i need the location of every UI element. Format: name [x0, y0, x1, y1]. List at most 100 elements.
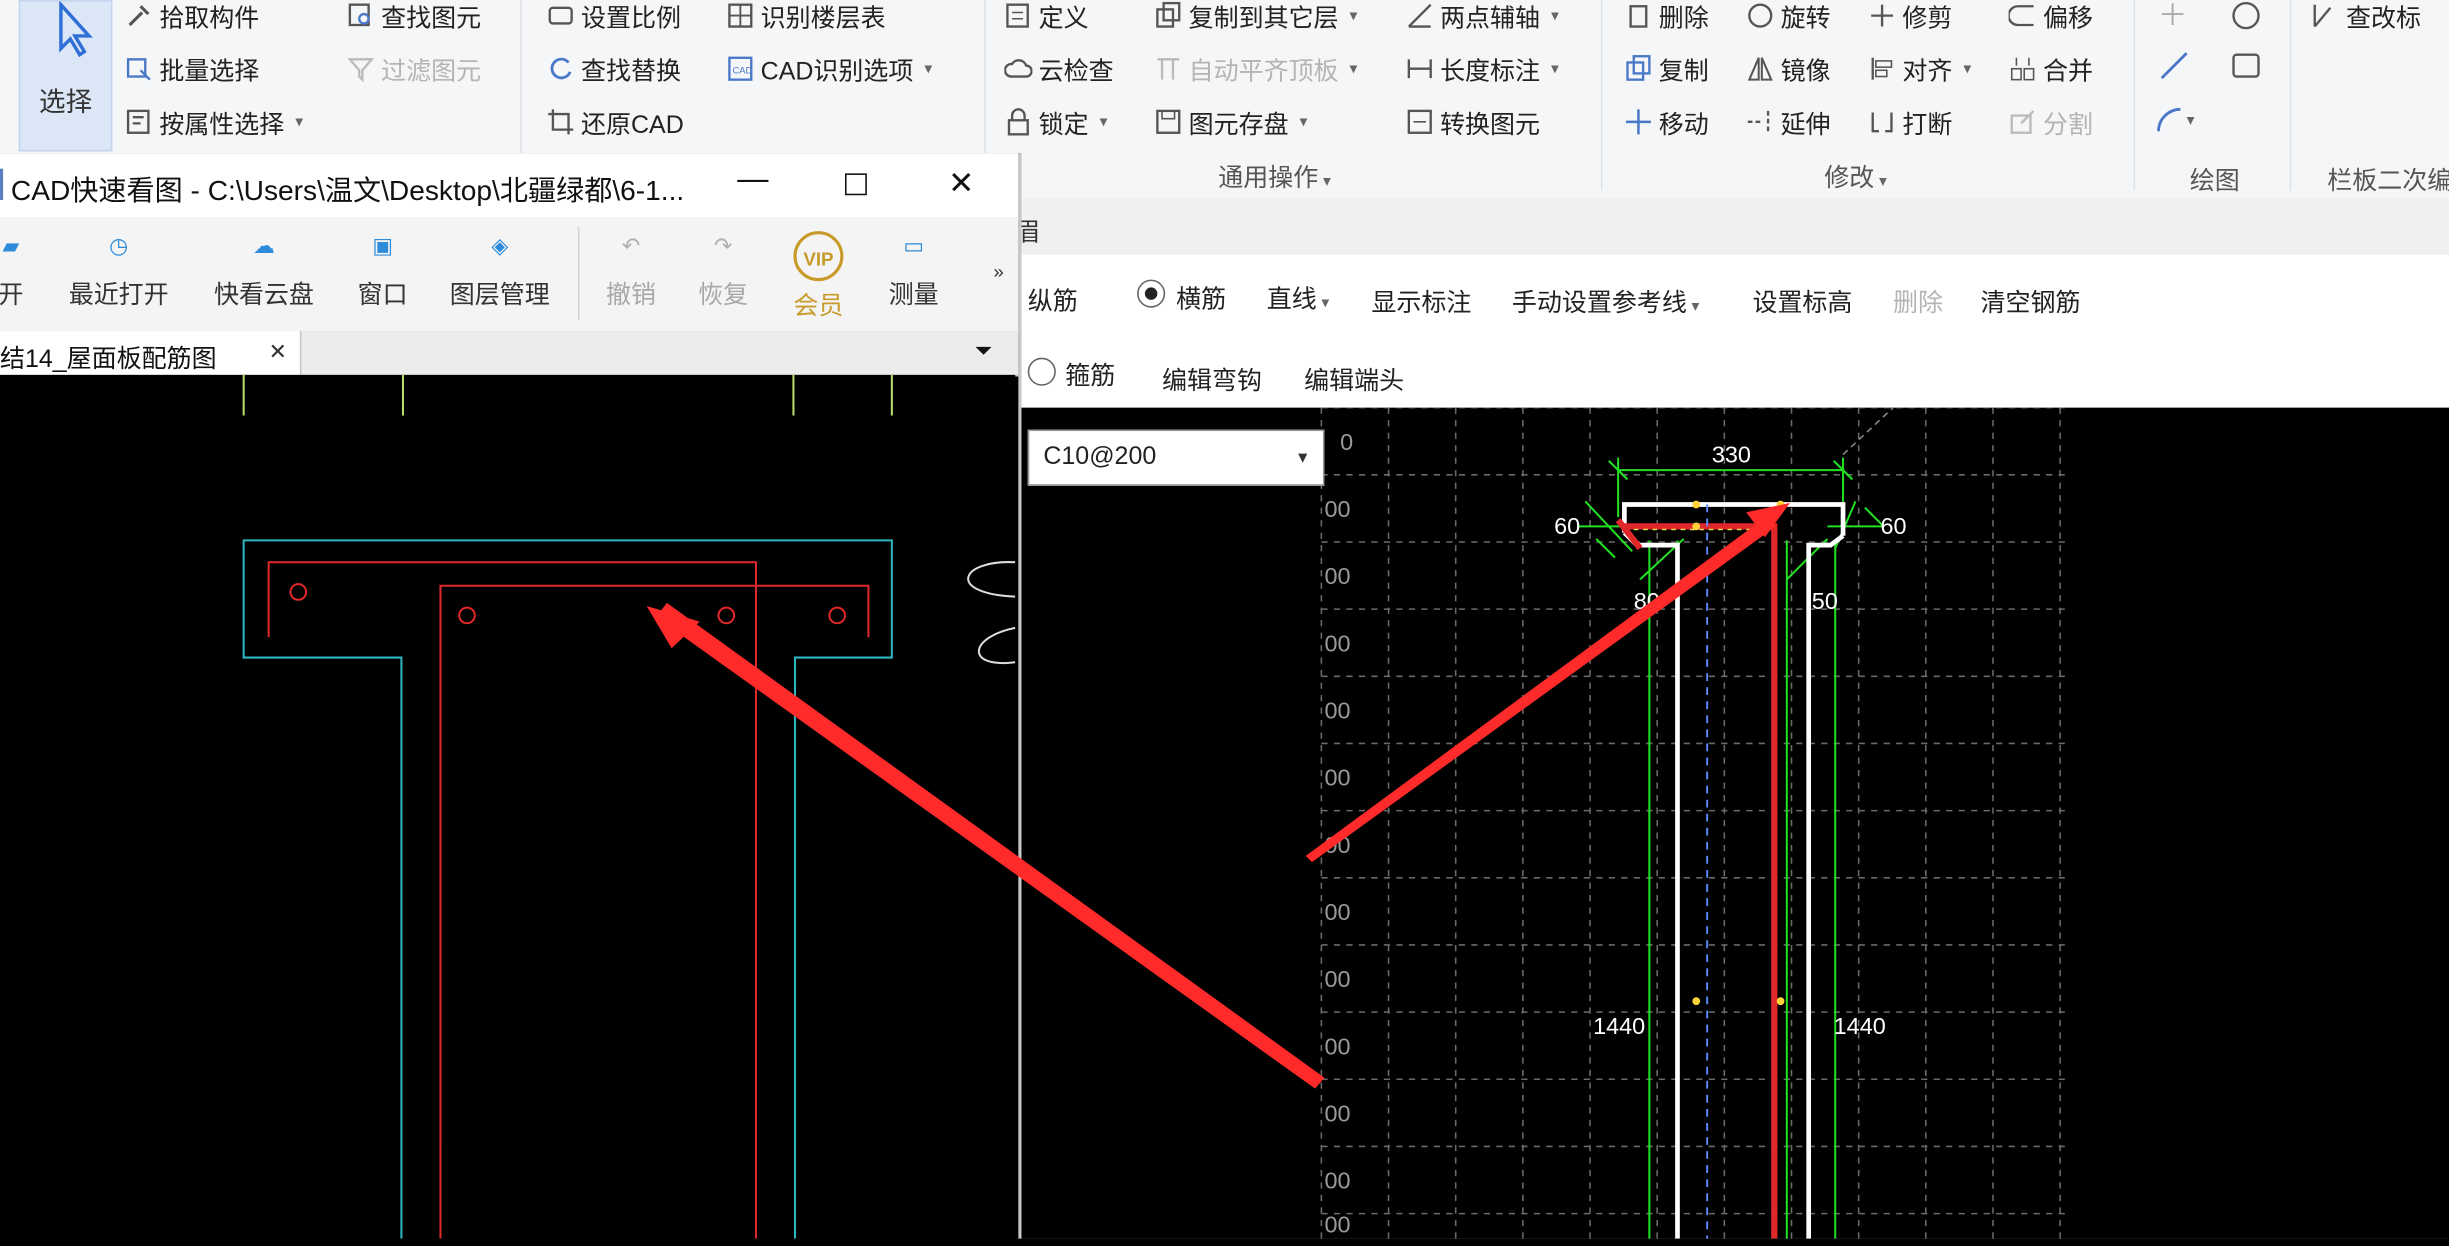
- rebar-spec-combobox[interactable]: C10@200 ▼: [1027, 429, 1325, 486]
- history-icon: ◷: [109, 232, 129, 258]
- cad-identify-options-button[interactable]: CAD CAD识别选项 ▾: [726, 50, 932, 87]
- maximize-icon[interactable]: [844, 173, 867, 196]
- cad-identify-options-label: CAD识别选项: [760, 59, 914, 86]
- check-modify-button[interactable]: 查改标: [2312, 0, 2421, 34]
- chevron-down-icon: ▾: [924, 60, 933, 78]
- extend-icon: [1746, 108, 1774, 136]
- svg-text:CAD: CAD: [733, 65, 753, 75]
- transverse-rebar-label[interactable]: 横筋: [1176, 278, 1226, 315]
- merge-button[interactable]: 合并: [2009, 50, 2093, 87]
- two-point-axis-button[interactable]: 两点辅轴 ▾: [1406, 0, 1559, 34]
- copy-to-other-floor-button[interactable]: 复制到其它层 ▾: [1154, 0, 1357, 34]
- minimize-icon[interactable]: —: [737, 162, 768, 198]
- edit-hook-button[interactable]: 编辑弯钩: [1162, 359, 1262, 396]
- move-button[interactable]: 移动: [1624, 103, 1709, 140]
- stirrup-label[interactable]: 箍筋: [1065, 355, 1115, 392]
- auto-align-slab-button[interactable]: 自动平齐顶板 ▾: [1154, 50, 1357, 87]
- show-dimensions-button[interactable]: 显示标注: [1371, 281, 1471, 318]
- recent-open-button[interactable]: ◷ 最近打开: [62, 217, 174, 331]
- manual-reference-line-dropdown[interactable]: 手动设置参考线 ▾: [1512, 281, 1700, 318]
- point-icon[interactable]: [2159, 0, 2187, 28]
- circle-icon[interactable]: [2230, 0, 2260, 30]
- cad-drawing-canvas[interactable]: [0, 374, 1016, 1239]
- floor-table-icon: [726, 2, 754, 30]
- stirrup-radio[interactable]: [1027, 357, 1056, 386]
- find-icon: [347, 2, 375, 30]
- delete-icon: [1624, 2, 1652, 30]
- close-icon[interactable]: ✕: [948, 164, 974, 203]
- rectangle-icon[interactable]: [2230, 50, 2260, 78]
- clear-rebar-button[interactable]: 清空钢筋: [1980, 281, 2080, 318]
- split-button[interactable]: 分割: [2009, 103, 2093, 140]
- find-element-button[interactable]: 查找图元: [347, 0, 481, 34]
- open-button[interactable]: ▰ 开: [0, 217, 31, 331]
- restore-icon: [547, 108, 575, 136]
- tab-menu-icon[interactable]: ⏷: [975, 337, 992, 364]
- attribute-icon: [125, 108, 153, 136]
- line-icon[interactable]: [2159, 50, 2188, 80]
- grid-label: 00: [1324, 1100, 1350, 1126]
- select-by-attribute-button[interactable]: 按属性选择 ▾: [125, 103, 303, 140]
- pick-component-button[interactable]: 拾取构件: [125, 0, 259, 34]
- delete-button[interactable]: 删除: [1624, 0, 1709, 34]
- t-section-drawing: [242, 374, 1016, 1239]
- extend-button[interactable]: 延伸: [1746, 103, 1831, 140]
- define-button[interactable]: 定义: [1004, 0, 1089, 34]
- filter-element-button[interactable]: 过滤图元: [347, 50, 481, 87]
- longitudinal-rebar-option[interactable]: 纵筋: [1028, 280, 1078, 317]
- align-button[interactable]: 对齐 ▾: [1868, 50, 1971, 87]
- move-icon: [1624, 108, 1652, 136]
- cloud-drive-button[interactable]: ☁ 快看云盘: [208, 217, 320, 331]
- window-button[interactable]: ▣ 窗口: [353, 217, 412, 331]
- cad-viewer-window: CAD快速看图 - C:\Users\温文\Desktop\北疆绿都\6-1..…: [0, 153, 1022, 1239]
- restore-cad-button[interactable]: 还原CAD: [547, 103, 684, 140]
- line-mode-dropdown[interactable]: 直线 ▾: [1267, 278, 1330, 315]
- element-storage-button[interactable]: 图元存盘 ▾: [1154, 103, 1307, 140]
- identify-floor-table-button[interactable]: 识别楼层表: [726, 0, 886, 34]
- redo-button[interactable]: ↷ 恢复: [693, 217, 752, 331]
- break-button[interactable]: 打断: [1868, 103, 1952, 140]
- arc-icon[interactable]: ▾: [2155, 103, 2195, 132]
- vip-label: 会员: [793, 293, 844, 321]
- move-label: 移动: [1658, 112, 1709, 140]
- set-scale-button[interactable]: 设置比例: [547, 0, 681, 34]
- mirror-button[interactable]: 镜像: [1746, 50, 1831, 87]
- layer-manager-button[interactable]: ◈ 图层管理: [444, 217, 556, 331]
- measure-label: 测量: [888, 282, 939, 310]
- select-button[interactable]: 选择: [18, 0, 113, 152]
- copy-button[interactable]: 复制: [1624, 50, 1709, 87]
- length-dimension-button[interactable]: 长度标注 ▾: [1406, 50, 1559, 87]
- dim-right-inner: 50: [1812, 588, 1838, 614]
- transverse-rebar-radio[interactable]: [1137, 279, 1166, 308]
- chevron-down-icon: ▾: [1963, 60, 1972, 78]
- chevron-down-icon: ▾: [1349, 60, 1358, 78]
- grid-label: 0: [1340, 429, 1353, 455]
- tab-close-icon[interactable]: ✕: [269, 339, 287, 366]
- convert-element-label: 转换图元: [1440, 112, 1541, 140]
- batch-select-button[interactable]: 批量选择: [125, 50, 259, 87]
- convert-element-button[interactable]: 转换图元: [1406, 103, 1540, 140]
- copy-label: 复制: [1658, 59, 1709, 86]
- lock-button[interactable]: 锁定 ▾: [1004, 103, 1107, 140]
- drawing-tab[interactable]: 结14_屋面板配筋图 ✕: [0, 331, 302, 375]
- rotate-button[interactable]: 旋转: [1746, 0, 1831, 34]
- undo-button[interactable]: ↶ 撤销: [601, 217, 660, 331]
- find-replace-button[interactable]: 查找替换: [547, 50, 681, 87]
- dimension-icon: [1406, 55, 1434, 83]
- cloud-check-button[interactable]: 云检查: [1003, 50, 1114, 87]
- delete-rebar-button[interactable]: 删除: [1893, 281, 1943, 318]
- find-element-label: 查找图元: [381, 6, 482, 33]
- measure-button[interactable]: ▭ 测量: [884, 217, 943, 331]
- set-scale-label: 设置比例: [581, 6, 682, 33]
- section-drawing-canvas[interactable]: 0 00 00 00 00 00 00 00 00 00 00 00 00 33…: [1015, 407, 2449, 1239]
- rotate-icon: [1746, 2, 1774, 30]
- trim-button[interactable]: 修剪: [1868, 0, 1952, 34]
- modify-group-title[interactable]: 修改 ▾: [1824, 156, 1887, 193]
- vip-member-button[interactable]: VIP 会员: [784, 217, 853, 331]
- general-ops-group-title[interactable]: 通用操作 ▾: [1218, 156, 1331, 193]
- more-tools-icon[interactable]: »: [993, 261, 1003, 283]
- dim-top: 330: [1712, 441, 1751, 467]
- edit-end-button[interactable]: 编辑端头: [1304, 359, 1404, 396]
- set-elevation-button[interactable]: 设置标高: [1752, 281, 1852, 318]
- offset-button[interactable]: 偏移: [2007, 0, 2093, 34]
